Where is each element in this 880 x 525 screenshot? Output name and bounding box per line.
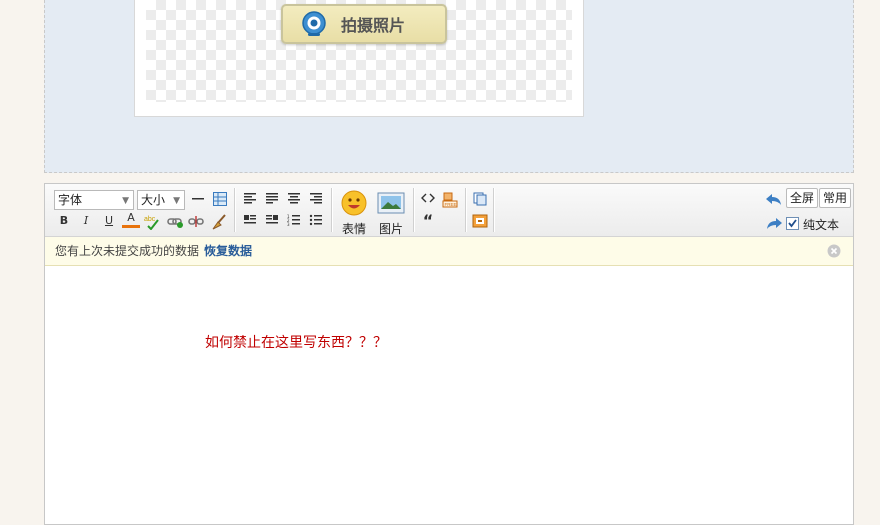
redo-button[interactable] bbox=[765, 214, 783, 232]
toolbar-separator bbox=[493, 188, 495, 232]
svg-text:abc: abc bbox=[144, 216, 156, 223]
align-center-icon bbox=[288, 193, 300, 204]
take-photo-label: 拍摄照片 bbox=[341, 16, 406, 35]
rich-text-editor: 字体 ▼ 大小 ▼ B I U A abc 1 2 3 表情 图片 FREE “… bbox=[44, 183, 854, 525]
broom-icon bbox=[212, 214, 226, 230]
take-photo-button[interactable]: 拍摄照片 bbox=[281, 4, 447, 44]
editor-body-text[interactable]: 如何禁止在这里写东西？？？ bbox=[205, 332, 387, 352]
clear-format-button[interactable] bbox=[210, 212, 228, 230]
toolbar-separator bbox=[465, 188, 467, 232]
unordered-list-button[interactable] bbox=[307, 212, 325, 230]
unlink-button[interactable] bbox=[187, 212, 205, 230]
page-break-icon bbox=[473, 192, 487, 206]
undo-button[interactable] bbox=[765, 190, 783, 208]
font-family-select[interactable]: 字体 ▼ bbox=[54, 190, 134, 210]
horizontal-rule-icon bbox=[192, 198, 204, 200]
page-break-button[interactable] bbox=[471, 190, 489, 208]
align-right-icon bbox=[310, 193, 322, 204]
undo-arrow-icon bbox=[766, 194, 781, 205]
float-right-button[interactable] bbox=[263, 212, 281, 230]
insert-table-button[interactable] bbox=[211, 190, 229, 208]
editor-toolbar: 字体 ▼ 大小 ▼ B I U A abc 1 2 3 表情 图片 FREE “… bbox=[45, 184, 853, 237]
webcam-icon bbox=[302, 11, 326, 36]
close-icon[interactable] bbox=[827, 244, 841, 258]
bold-button[interactable]: B bbox=[55, 212, 73, 230]
svg-text:FREE: FREE bbox=[445, 202, 457, 207]
photo-preview-frame: 拍摄照片 bbox=[134, 0, 584, 117]
chevron-down-icon: ▼ bbox=[173, 196, 180, 206]
ordered-list-icon: 123 bbox=[287, 214, 300, 226]
font-size-select-value: 大小 bbox=[141, 193, 166, 207]
spellcheck-icon: abc bbox=[144, 216, 159, 230]
align-center-button[interactable] bbox=[285, 190, 303, 208]
common-button[interactable]: 常用 bbox=[819, 188, 852, 208]
unlink-icon bbox=[188, 216, 204, 227]
insert-link-button[interactable] bbox=[166, 212, 184, 230]
quote-button[interactable]: “ bbox=[419, 212, 437, 230]
unordered-list-icon bbox=[309, 214, 322, 226]
attachment-icon bbox=[472, 214, 488, 228]
image-label: 图片 bbox=[378, 222, 403, 236]
toolbar-separator bbox=[234, 188, 236, 232]
link-icon bbox=[167, 218, 183, 228]
spellcheck-button[interactable]: abc bbox=[143, 212, 161, 230]
toolbar-separator bbox=[331, 188, 333, 232]
redo-arrow-icon bbox=[767, 218, 782, 229]
ordered-list-button[interactable]: 123 bbox=[285, 212, 303, 230]
photo-capture-area: 拍摄照片 bbox=[44, 0, 854, 173]
align-left-icon bbox=[244, 193, 256, 204]
font-size-select[interactable]: 大小 ▼ bbox=[137, 190, 185, 210]
plaintext-label: 纯文本 bbox=[803, 218, 840, 232]
image-icon bbox=[377, 192, 405, 214]
emoji-button[interactable]: 表情 bbox=[337, 190, 371, 237]
notice-message: 您有上次未提交成功的数据 bbox=[55, 244, 200, 258]
chevron-down-icon: ▼ bbox=[122, 196, 129, 206]
font-family-select-value: 字体 bbox=[58, 193, 83, 207]
float-right-icon bbox=[266, 215, 278, 224]
emoji-label: 表情 bbox=[341, 222, 366, 236]
free-tag-icon: FREE bbox=[442, 192, 458, 208]
horizontal-rule-button[interactable] bbox=[189, 190, 207, 208]
font-color-button[interactable]: A bbox=[122, 210, 140, 228]
code-icon bbox=[421, 193, 435, 203]
align-justify-icon bbox=[266, 193, 278, 204]
source-code-button[interactable] bbox=[419, 190, 437, 208]
italic-button[interactable]: I bbox=[77, 212, 95, 230]
align-right-button[interactable] bbox=[307, 190, 325, 208]
float-left-icon bbox=[244, 215, 256, 224]
underline-button[interactable]: U bbox=[100, 212, 118, 230]
float-left-button[interactable] bbox=[241, 212, 259, 230]
fullscreen-button[interactable]: 全屏 bbox=[786, 188, 819, 208]
align-left-button[interactable] bbox=[241, 190, 259, 208]
smiley-face-icon bbox=[341, 190, 367, 216]
restore-data-link[interactable]: 恢复数据 bbox=[204, 237, 252, 265]
align-justify-button[interactable] bbox=[263, 190, 281, 208]
free-content-button[interactable]: FREE bbox=[441, 190, 459, 208]
toolbar-separator bbox=[413, 188, 415, 232]
plaintext-checkbox[interactable] bbox=[786, 217, 799, 230]
insert-image-button[interactable]: 图片 bbox=[374, 190, 408, 237]
restore-data-notice: 您有上次未提交成功的数据 恢复数据 bbox=[45, 237, 853, 266]
checkmark-icon bbox=[788, 219, 797, 228]
svg-text:3: 3 bbox=[287, 222, 290, 226]
attachment-button[interactable] bbox=[471, 212, 489, 230]
table-icon bbox=[213, 192, 227, 206]
